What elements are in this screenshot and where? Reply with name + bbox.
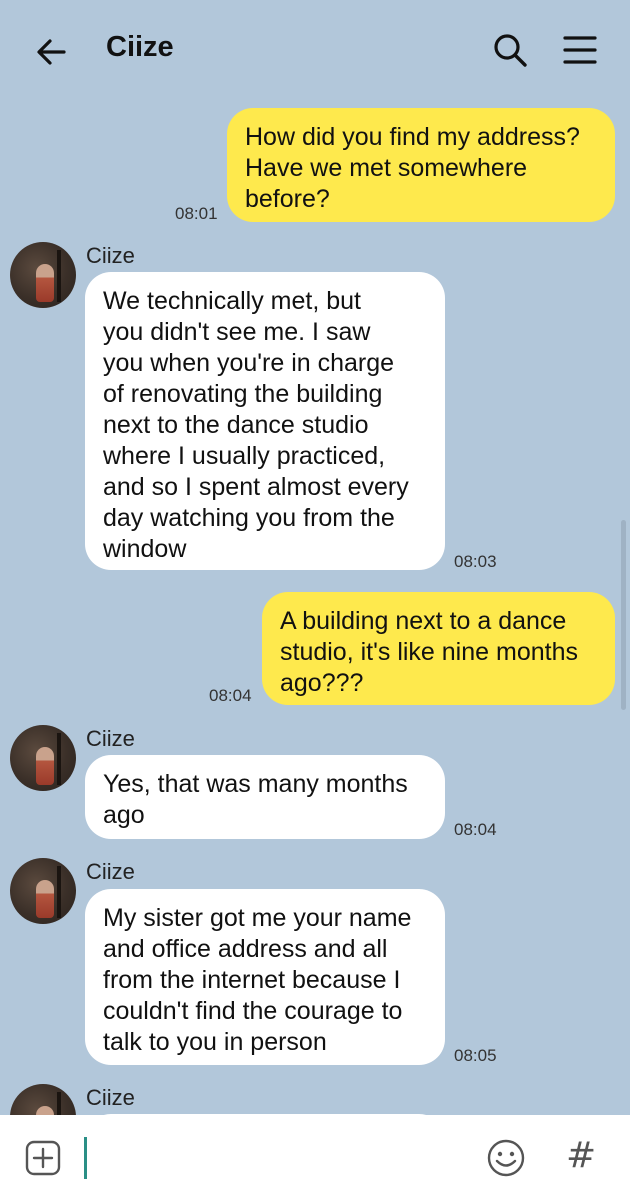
sender-name: Ciize	[86, 1085, 135, 1110]
chat-message-list[interactable]: How did you find my address? Have we met…	[0, 100, 630, 1115]
arrow-left-icon[interactable]	[32, 32, 72, 72]
hamburger-menu-icon[interactable]	[560, 30, 600, 70]
hashtag-button[interactable]: #	[566, 1135, 596, 1176]
message-text: from the internet because I	[103, 966, 401, 994]
message-text: How did you find my address?	[245, 123, 580, 151]
message-time: 08:05	[454, 1046, 497, 1065]
avatar[interactable]	[10, 242, 76, 308]
chat-title: Ciize	[106, 31, 174, 63]
sender-name: Ciize	[86, 726, 135, 751]
message-text: and so I spent almost every	[103, 473, 409, 501]
message-text: of renovating the building	[103, 380, 383, 408]
message-time: 08:04	[454, 820, 497, 839]
search-icon[interactable]	[490, 30, 530, 70]
text-input-cursor[interactable]	[84, 1137, 87, 1179]
message-text: studio, it's like nine months	[280, 638, 578, 666]
smiley-icon[interactable]	[486, 1138, 526, 1178]
message-input-bar	[0, 1115, 630, 1200]
message-bubble-received[interactable]: We technically met, but you didn't see m…	[85, 272, 445, 570]
message-bubble-received[interactable]: Yes, that was many months ago	[85, 755, 445, 839]
message-text: talk to you in person	[103, 1028, 327, 1056]
avatar[interactable]	[10, 858, 76, 924]
message-text: you didn't see me. I saw	[103, 318, 371, 346]
message-time: 08:03	[454, 552, 497, 571]
chat-header: Ciize	[0, 0, 630, 100]
message-time: 08:01	[175, 204, 218, 223]
message-bubble-sent[interactable]: A building next to a dance studio, it's …	[262, 592, 615, 705]
message-text: before?	[245, 185, 330, 213]
message-bubble-received[interactable]: My sister got me your name and office ad…	[85, 889, 445, 1065]
sender-name: Ciize	[86, 859, 135, 884]
message-text: Yes, that was many months	[103, 770, 408, 798]
message-text: you when you're in charge	[103, 349, 395, 377]
message-text: next to the dance studio	[103, 411, 369, 439]
message-text: A building next to a dance	[280, 607, 567, 635]
message-text: Have we met somewhere	[245, 154, 528, 182]
message-bubble-sent[interactable]: How did you find my address? Have we met…	[227, 108, 615, 222]
avatar[interactable]	[10, 725, 76, 791]
message-text: ago???	[280, 669, 364, 697]
message-text: where I usually practiced,	[103, 442, 386, 470]
message-text: couldn't find the courage to	[103, 997, 403, 1025]
message-text: window	[103, 535, 187, 563]
plus-square-icon[interactable]	[25, 1140, 61, 1176]
message-text: day watching you from the	[103, 504, 395, 532]
chat-scrollbar[interactable]	[621, 520, 626, 710]
message-text: ago	[103, 801, 145, 829]
message-time: 08:04	[209, 686, 252, 705]
message-text: and office address and all	[103, 935, 388, 963]
message-text: We technically met, but	[103, 287, 361, 315]
sender-name: Ciize	[86, 243, 135, 268]
message-text: My sister got me your name	[103, 904, 412, 932]
avatar[interactable]	[10, 1084, 76, 1115]
